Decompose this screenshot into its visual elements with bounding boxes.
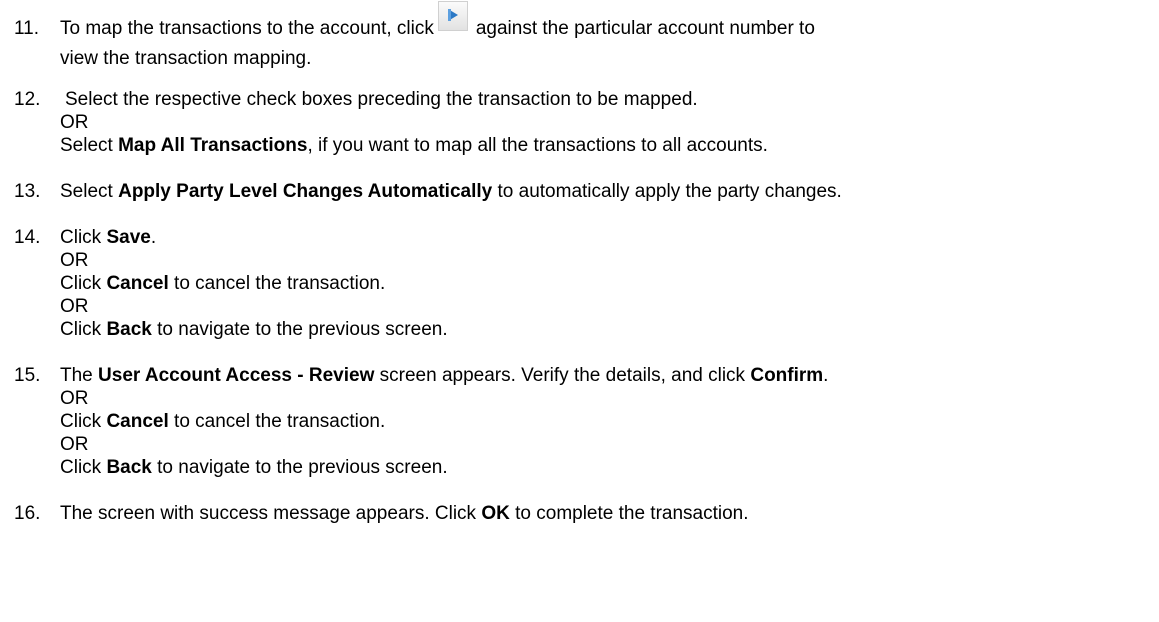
step-number: 12. bbox=[14, 89, 41, 110]
step-number: 11. bbox=[14, 18, 40, 39]
step-text: Click Save. OR Click Cancel to cancel th… bbox=[60, 227, 448, 340]
step-number: 15. bbox=[14, 365, 41, 386]
step-text: The User Account Access - Review screen … bbox=[60, 365, 829, 478]
step-number: 14. bbox=[14, 227, 41, 248]
step-text: To map the transactions to the account, … bbox=[60, 1, 1155, 70]
expand-arrow-icon bbox=[437, 1, 468, 31]
step-text: The screen with success message appears.… bbox=[60, 503, 749, 524]
step-text: Select Apply Party Level Changes Automat… bbox=[60, 181, 842, 202]
step-number: 13. bbox=[14, 181, 41, 202]
step-number: 16. bbox=[14, 503, 41, 524]
step-text: Select the respective check boxes preced… bbox=[60, 89, 768, 156]
